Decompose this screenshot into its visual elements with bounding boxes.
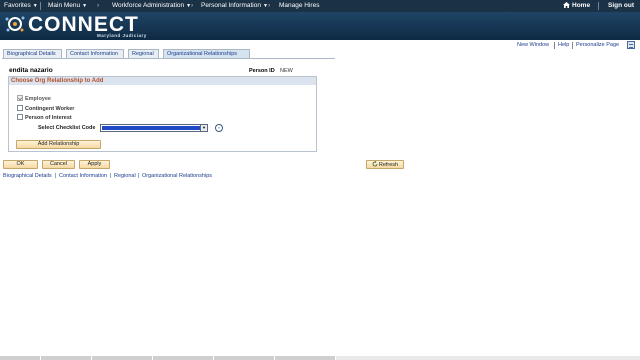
contingent-worker-label: Contingent Worker — [25, 106, 75, 112]
nav-divider — [598, 2, 599, 10]
taskbar-segment — [153, 356, 214, 360]
refresh-label: Refresh — [378, 162, 399, 168]
add-relationship-button[interactable]: Add Relationship — [16, 140, 101, 149]
connect-logo-icon — [5, 16, 25, 32]
taskbar-segment — [41, 356, 92, 360]
taskbar-segment — [92, 356, 153, 360]
sign-out-link[interactable]: Sign out — [608, 2, 634, 9]
link-divider — [554, 42, 555, 49]
link-divider — [572, 42, 573, 49]
breadcrumb-workforce-administration[interactable]: Workforce Administration ▼ — [112, 2, 191, 9]
chevron-down-icon: ▼ — [32, 3, 38, 9]
home-label: Home — [572, 2, 591, 9]
chevron-down-icon: ▼ — [82, 3, 88, 9]
checklist-code-label: Select Checklist Code — [38, 125, 96, 131]
apply-button[interactable]: Apply — [79, 160, 110, 169]
contingent-worker-checkbox[interactable] — [17, 105, 23, 111]
bottom-link-separator: | — [110, 173, 112, 179]
cancel-button[interactable]: Cancel — [42, 160, 75, 169]
person-of-interest-option: Person of Interest — [17, 114, 72, 121]
new-window-link[interactable]: New Window — [517, 42, 549, 48]
person-of-interest-label: Person of Interest — [25, 115, 72, 121]
ok-button[interactable]: OK — [3, 160, 38, 169]
app-logo-subtitle: Maryland Judiciary — [97, 33, 147, 38]
person-id-value: NEW — [280, 68, 293, 74]
bottom-link-biographical-details[interactable]: Biographical Details — [3, 173, 52, 179]
checklist-code-select[interactable]: ▼ — [100, 124, 208, 132]
taskbar-segment — [275, 356, 336, 360]
refresh-button[interactable]: Refresh — [366, 160, 404, 169]
checklist-code-value — [102, 126, 200, 130]
person-name: endita nazario — [9, 67, 53, 74]
bottom-link-organizational-relationships[interactable]: Organizational Relationships — [142, 173, 212, 179]
breadcrumb-personal-information[interactable]: Personal Information ▼ — [201, 2, 268, 9]
tab-contact-information[interactable]: Contact Information — [66, 49, 124, 58]
chevron-down-icon[interactable]: ▼ — [200, 125, 207, 131]
tab-organizational-relationships[interactable]: Organizational Relationships — [163, 49, 250, 58]
main-menu[interactable]: Main Menu ▼ — [48, 2, 87, 9]
tab-biographical-details[interactable]: Biographical Details — [3, 49, 62, 58]
breadcrumb-separator: › — [268, 2, 271, 9]
grid-icon[interactable] — [627, 41, 635, 49]
nav-divider — [40, 2, 41, 10]
personal-info-label: Personal Information — [201, 2, 261, 9]
bottom-link-contact-information[interactable]: Contact Information — [59, 173, 107, 179]
contingent-worker-option: Contingent Worker — [17, 105, 74, 112]
person-id-label: Person ID — [249, 68, 275, 74]
breadcrumb-manage-hires[interactable]: Manage Hires — [279, 2, 319, 9]
groupbox-title: Choose Org Relationship to Add — [9, 77, 316, 85]
favorites-label: Favorites — [4, 2, 31, 9]
bottom-link-separator: | — [55, 173, 57, 179]
breadcrumb-separator: › — [97, 2, 100, 9]
home-link[interactable]: Home — [563, 2, 590, 9]
person-of-interest-checkbox[interactable] — [17, 114, 23, 120]
personalize-page-link[interactable]: Personalize Page — [576, 42, 619, 48]
taskbar-segment — [214, 356, 275, 360]
home-icon — [563, 2, 570, 8]
employee-option: Employee — [17, 95, 51, 102]
help-link[interactable]: Help — [558, 42, 569, 48]
favorites-menu[interactable]: Favorites ▼ — [4, 2, 38, 9]
tab-underline — [2, 58, 335, 59]
taskbar-segment — [0, 356, 41, 360]
refresh-icon — [372, 161, 378, 167]
bottom-link-separator: | — [138, 173, 140, 179]
tab-regional[interactable]: Regional — [128, 49, 159, 58]
bottom-link-regional[interactable]: Regional — [114, 173, 136, 179]
bottom-taskbar-strip — [0, 356, 640, 360]
breadcrumb-separator: › — [191, 2, 194, 9]
workforce-label: Workforce Administration — [112, 2, 185, 9]
lookup-circle-icon[interactable]: » — [215, 124, 223, 132]
main-menu-label: Main Menu — [48, 2, 81, 9]
employee-checkbox[interactable] — [17, 95, 23, 101]
employee-label: Employee — [25, 96, 51, 102]
